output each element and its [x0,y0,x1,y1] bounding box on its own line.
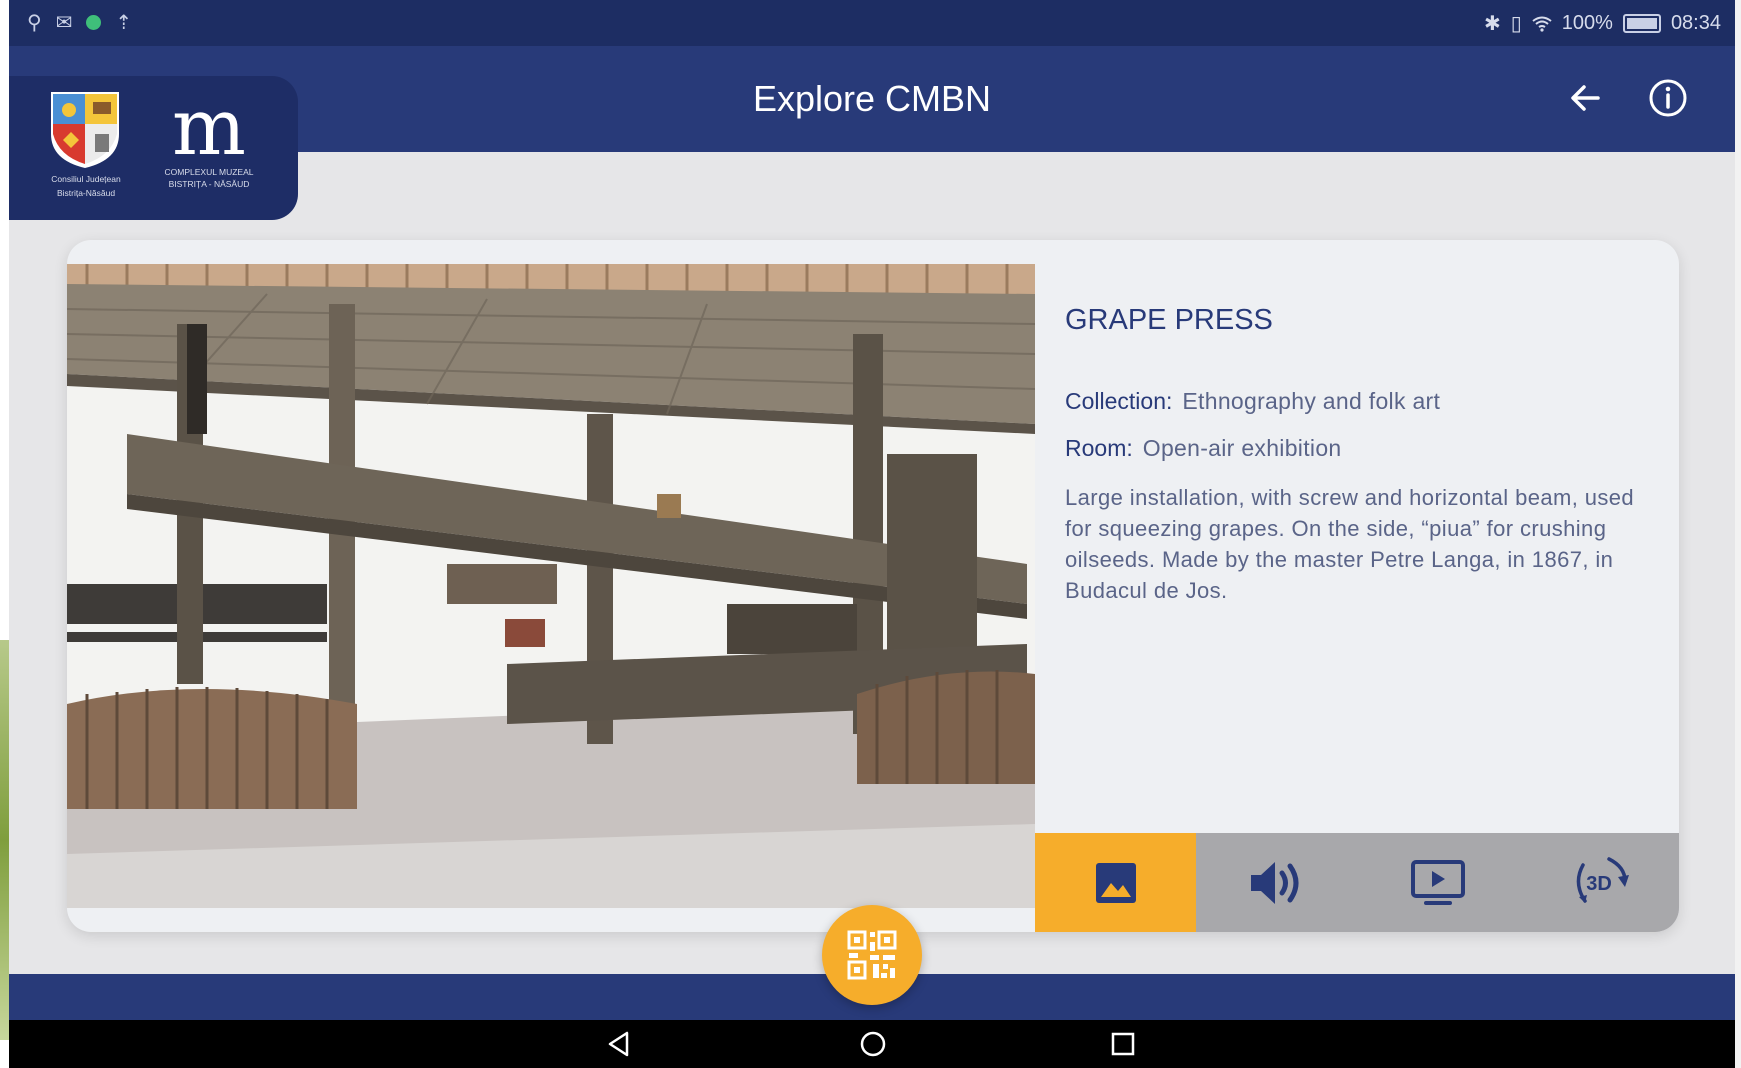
status-right-icons: ✱ ▯ 100% 08:34 [1484,11,1721,36]
info-icon [1649,79,1687,117]
back-button[interactable] [1564,76,1608,120]
left-edge-strip [0,640,9,1040]
room-label: Room: [1065,435,1133,461]
collection-label: Collection: [1065,388,1173,414]
audio-tab[interactable] [1196,833,1357,932]
county-crest-logo [51,92,119,168]
status-bar: ⚲ ✉ ⇡ ✱ ▯ 100% 08:34 [9,0,1735,46]
back-triangle-icon[interactable] [605,1030,633,1058]
info-button[interactable] [1646,76,1690,120]
exhibit-description: Large installation, with screw and horiz… [1065,485,1635,603]
clock: 08:34 [1670,12,1721,34]
right-edge-strip [1735,0,1741,1068]
image-icon [1095,862,1136,903]
3d-tab[interactable]: 3D [1518,833,1679,932]
3d-rotate-icon: 3D [1576,856,1629,903]
qr-code-icon [847,930,897,980]
council-caption-line-2: Bistrița-Năsăud [56,188,116,198]
3d-label: 3D [1586,873,1612,895]
video-icon [1410,859,1465,905]
room-row: Room: Open-air exhibition [1065,435,1342,462]
arrow-left-icon [1571,85,1600,111]
system-nav-bar [9,1020,1735,1068]
logo-panel: Consiliul Județean Bistrița-Năsăud m COM… [9,76,298,220]
recent-square-icon[interactable] [1109,1030,1137,1058]
exhibit-info: GRAPE PRESS Collection: Ethnography and f… [1035,240,1679,833]
museum-caption-line-2: BISTRIȚA - NĂSĂUD [168,179,250,189]
museum-caption-line-1: COMPLEXUL MUZEAL [164,167,254,177]
image-tab[interactable] [1035,833,1196,932]
council-caption-line-1: Consiliul Județean [51,174,121,184]
status-left-icons: ⚲ ✉ ⇡ [27,10,132,35]
museum-logo: m [172,83,246,173]
media-tab-bar: 3D [1035,833,1679,932]
exhibit-photo[interactable] [67,264,1035,908]
collection-value: Ethnography and folk art [1182,388,1441,414]
council-caption: Consiliul Județean Bistrița-Năsăud [31,172,141,200]
gmail-icon: ✉ [55,12,73,34]
battery-icon [1622,14,1661,33]
upload-icon: ⇡ [115,12,133,34]
usb-icon: ⚲ [27,12,42,34]
vibrate-icon: ▯ [1510,13,1522,35]
room-value: Open-air exhibition [1142,435,1342,461]
exhibit-title: GRAPE PRESS [1065,304,1273,336]
bluetooth-icon: ✱ [1484,13,1501,35]
audio-icon [1250,861,1298,904]
battery-percent: 100% [1561,12,1613,34]
green-dot-icon [86,15,102,30]
qr-scan-button[interactable] [822,905,922,1005]
home-circle-icon[interactable] [859,1030,887,1058]
app-frame: ⚲ ✉ ⇡ ✱ ▯ 100% 08:34 Explore CMBN Consil… [9,0,1735,1068]
wifi-icon [1532,16,1552,32]
museum-caption: COMPLEXUL MUZEAL BISTRIȚA - NĂSĂUD [149,166,269,190]
collection-row: Collection: Ethnography and folk art [1065,388,1440,415]
exhibit-card: GRAPE PRESS Collection: Ethnography and f… [67,240,1679,932]
video-tab[interactable] [1357,833,1518,932]
